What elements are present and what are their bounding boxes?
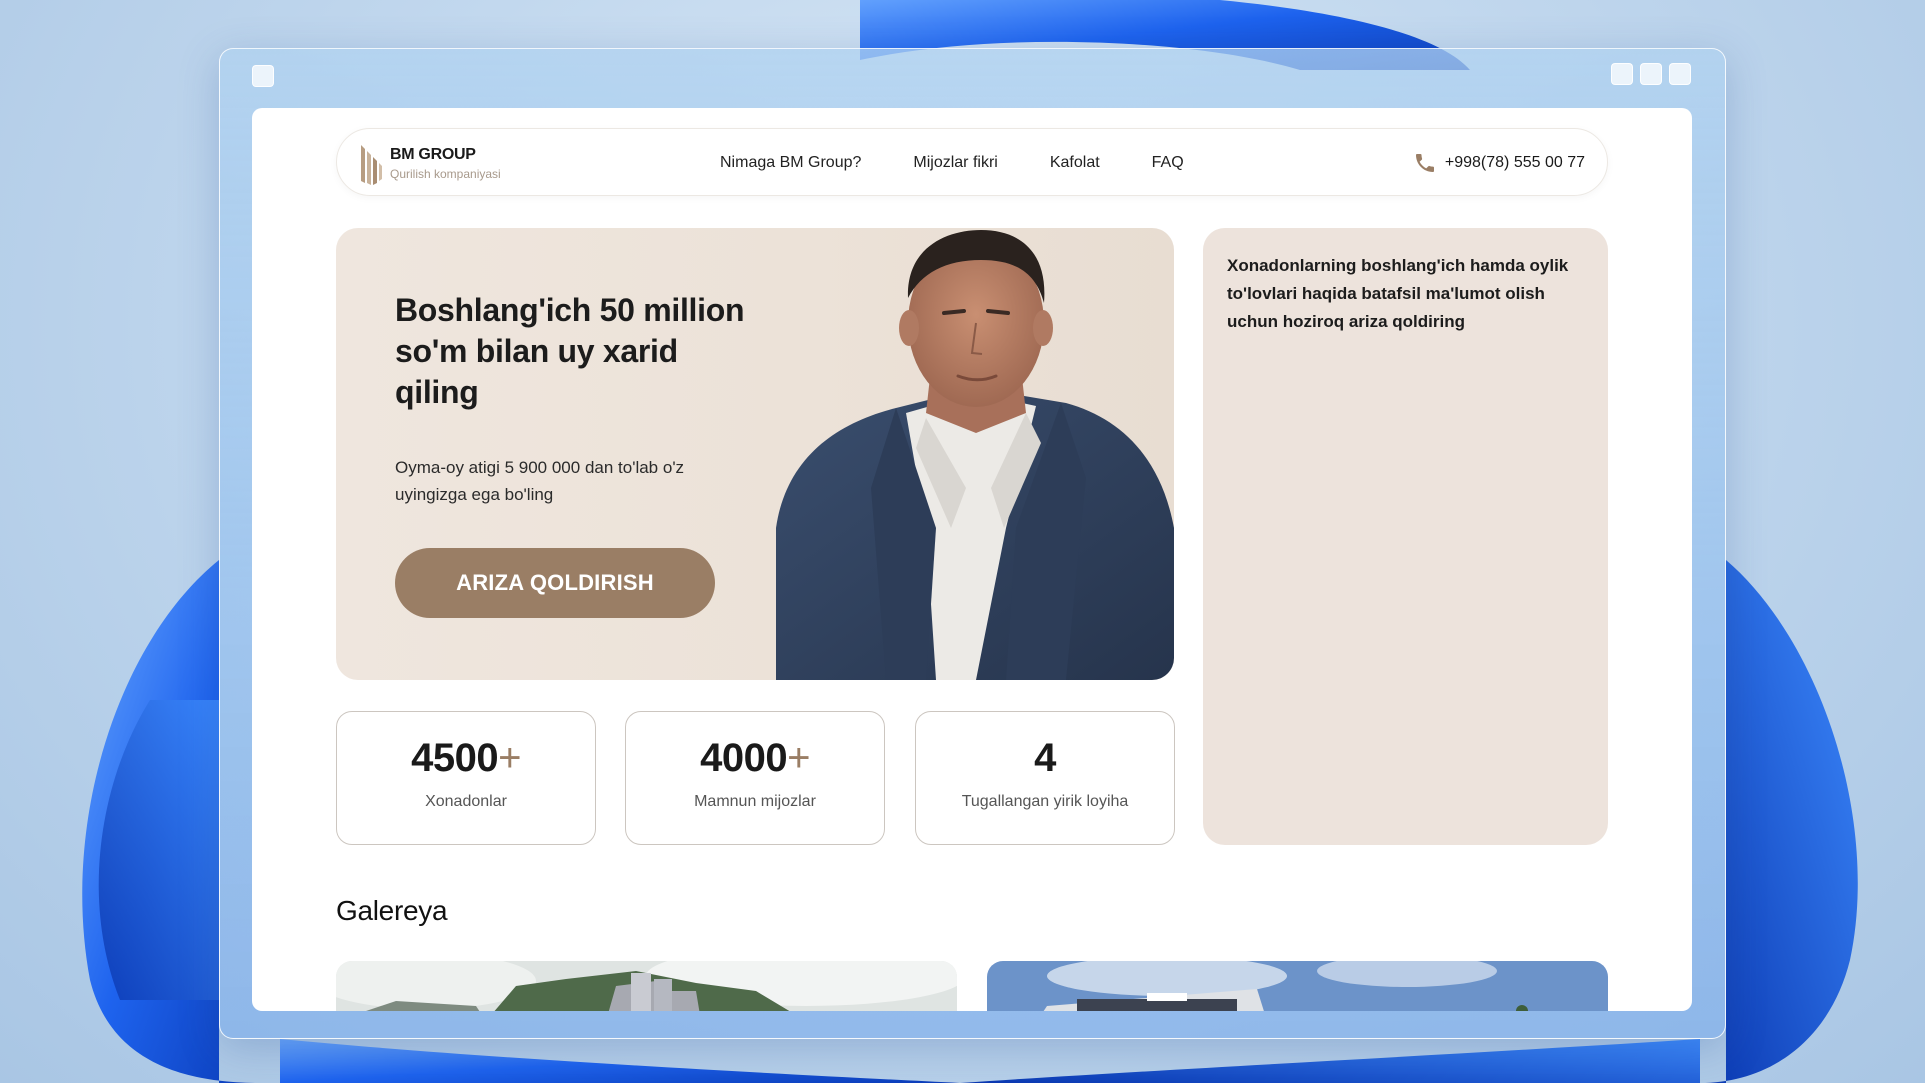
window-minimize-button[interactable] bbox=[1611, 63, 1633, 85]
hero-banner: Boshlang'ich 50 million so'm bilan uy xa… bbox=[336, 228, 1174, 680]
hero-title: Boshlang'ich 50 million so'm bilan uy xa… bbox=[395, 292, 745, 410]
stat-value: 4500+ bbox=[411, 736, 521, 780]
stat-value: 4000+ bbox=[700, 736, 810, 780]
nav-link-faq[interactable]: FAQ bbox=[1152, 154, 1184, 172]
application-form-panel: Xonadonlarning boshlang'ich hamda oylik … bbox=[1203, 228, 1608, 845]
stat-card-clients: 4000+ Mamnun mijozlar bbox=[625, 711, 885, 845]
bm-group-logo-icon bbox=[361, 145, 382, 185]
hero-description: Oyma-oy atigi 5 900 000 dan to'lab o'z u… bbox=[395, 458, 685, 504]
ceo-portrait-image bbox=[776, 230, 1174, 680]
nav-link-guarantee[interactable]: Kafolat bbox=[1050, 154, 1100, 172]
phone-number: +998(78) 555 00 77 bbox=[1444, 154, 1585, 171]
stat-label: Mamnun mijozlar bbox=[694, 793, 816, 810]
stat-value: 4 bbox=[1034, 736, 1056, 780]
window-close-button[interactable] bbox=[1669, 63, 1691, 85]
gallery-image-building[interactable] bbox=[987, 961, 1608, 1011]
submit-application-button[interactable]: ARIZA QOLDIRISH bbox=[395, 548, 715, 618]
gallery-image bbox=[336, 961, 957, 1011]
nav-link-reviews[interactable]: Mijozlar fikri bbox=[913, 154, 997, 172]
gallery-image bbox=[987, 961, 1608, 1011]
main-nav: Nimaga BM Group? Mijozlar fikri Kafolat … bbox=[720, 129, 1184, 197]
window-maximize-button[interactable] bbox=[1640, 63, 1662, 85]
site-header: BM GROUP Qurilish kompaniyasi Nimaga BM … bbox=[336, 128, 1608, 196]
stat-label: Tugallangan yirik loyiha bbox=[961, 793, 1129, 810]
stat-label: Xonadonlar bbox=[425, 793, 507, 810]
stat-card-apartments: 4500+ Xonadonlar bbox=[336, 711, 596, 845]
logo-subtitle: Qurilish kompaniyasi bbox=[390, 167, 501, 181]
stat-card-projects: 4 Tugallangan yirik loyiha bbox=[915, 711, 1175, 845]
window-menu-button[interactable] bbox=[252, 65, 274, 87]
phone-contact[interactable]: +998(78) 555 00 77 bbox=[1413, 129, 1585, 197]
gallery-image-aerial[interactable] bbox=[336, 961, 957, 1011]
web-page: BM GROUP Qurilish kompaniyasi Nimaga BM … bbox=[252, 108, 1692, 1011]
nav-link-why-bm[interactable]: Nimaga BM Group? bbox=[720, 154, 861, 172]
phone-icon bbox=[1415, 154, 1434, 172]
form-intro-text: Xonadonlarning boshlang'ich hamda oylik … bbox=[1227, 256, 1569, 331]
gallery-heading: Galereya bbox=[336, 895, 448, 926]
logo-title: BM GROUP bbox=[390, 146, 476, 163]
